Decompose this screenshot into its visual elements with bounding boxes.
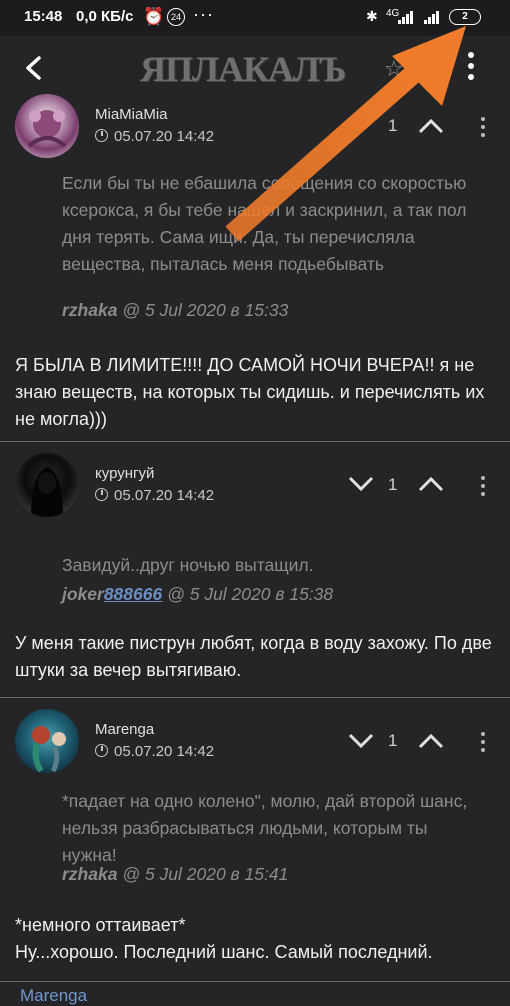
network-speed: 0,0 КБ/с [76,8,134,25]
quote-meta: @ 5 Jul 2020 в 15:33 [117,300,289,320]
post-date: 05.07.20 14:42 [95,743,214,760]
post-date: 05.07.20 14:42 [95,487,214,504]
back-arrow-icon[interactable] [20,54,48,82]
avatar-image [32,726,66,773]
post-date-text: 05.07.20 14:42 [114,743,215,760]
post-text-line-2: Ну...хорошо. Последний шанс. Самый после… [15,942,433,962]
post-rating: 1 [388,731,398,750]
battery-icon: 2 [449,9,481,25]
quote-author-prefix[interactable]: joker [62,584,104,604]
more-vertical-icon[interactable] [464,52,478,86]
clock-icon [95,488,108,501]
star-icon[interactable]: ☆ [384,56,404,82]
downvote-check-icon[interactable] [352,116,374,132]
quote-signature: rzhaka @ 5 Jul 2020 в 15:41 [62,864,288,885]
clock-icon [95,129,108,142]
post-menu-icon[interactable] [479,476,487,500]
quote-text: *падает на одно колено", молю, дай второ… [62,791,468,865]
post-date: 05.07.20 14:42 [95,128,214,145]
signal-icon [398,10,416,24]
post-date-text: 05.07.20 14:42 [114,128,215,145]
post-divider [0,981,510,982]
quote-author[interactable]: rzhaka [62,864,117,884]
post-divider [0,697,510,698]
site-logo[interactable]: ЯПЛАКАЛЪ [140,48,346,90]
app-header: ЯПЛАКАЛЪ ☆ [0,36,510,102]
clock-icon [95,744,108,757]
quote-author-link[interactable]: 888666 [104,584,162,604]
post-author[interactable]: Marenga [95,721,154,738]
downvote-chevron-icon[interactable] [348,733,374,749]
upvote-chevron-icon[interactable] [418,118,444,134]
post-menu-icon[interactable] [479,732,487,756]
next-post-author[interactable]: Marenga [20,986,87,1006]
post-text: У меня такие пиструн любят, когда в воду… [15,633,492,680]
more-notifications-icon: ··· [193,4,214,24]
signal-icon-2 [424,10,442,24]
status-time: 15:48 [24,8,63,25]
alarm-icon: ⏰ [143,7,165,26]
upvote-chevron-icon[interactable] [418,733,444,749]
quote-signature: rzhaka @ 5 Jul 2020 в 15:33 [62,300,288,321]
post-divider [0,441,510,442]
avatar[interactable] [15,453,79,517]
quote-meta: @ 5 Jul 2020 в 15:38 [162,584,334,604]
bluetooth-icon: ✱ [366,8,378,24]
downvote-chevron-icon[interactable] [348,476,374,492]
status-bar: 15:48 0,0 КБ/с ⏰ 24 ··· ✱ 4G 2 [0,0,510,36]
avatar[interactable] [15,709,79,773]
post-date-text: 05.07.20 14:42 [114,487,215,504]
upvote-chevron-icon[interactable] [418,476,444,492]
post-text-line-1: *немного оттаивает* [15,915,186,935]
avatar[interactable] [15,94,79,158]
quote-signature: joker888666 @ 5 Jul 2020 в 15:38 [62,584,333,605]
quote-text: Если бы ты не ебашила сообщения со скоро… [62,173,467,274]
quote-text: Завидуй..друг ночью вытащил. [62,555,314,575]
post-rating: 1 [388,475,398,494]
post-author[interactable]: MiaMiaMia [95,106,168,123]
avatar-image [31,467,63,517]
quote-meta: @ 5 Jul 2020 в 15:41 [117,864,289,884]
avatar-image [27,110,67,148]
notification-count-badge: 24 [167,8,185,26]
post-rating: 1 [388,116,398,135]
quote-author[interactable]: rzhaka [62,300,117,320]
post-text: Я БЫЛА В ЛИМИТЕ!!!! ДО САМОЙ НОЧИ ВЧЕРА!… [15,355,485,429]
post-menu-icon[interactable] [479,117,487,141]
post-author[interactable]: курунгуй [95,465,154,482]
